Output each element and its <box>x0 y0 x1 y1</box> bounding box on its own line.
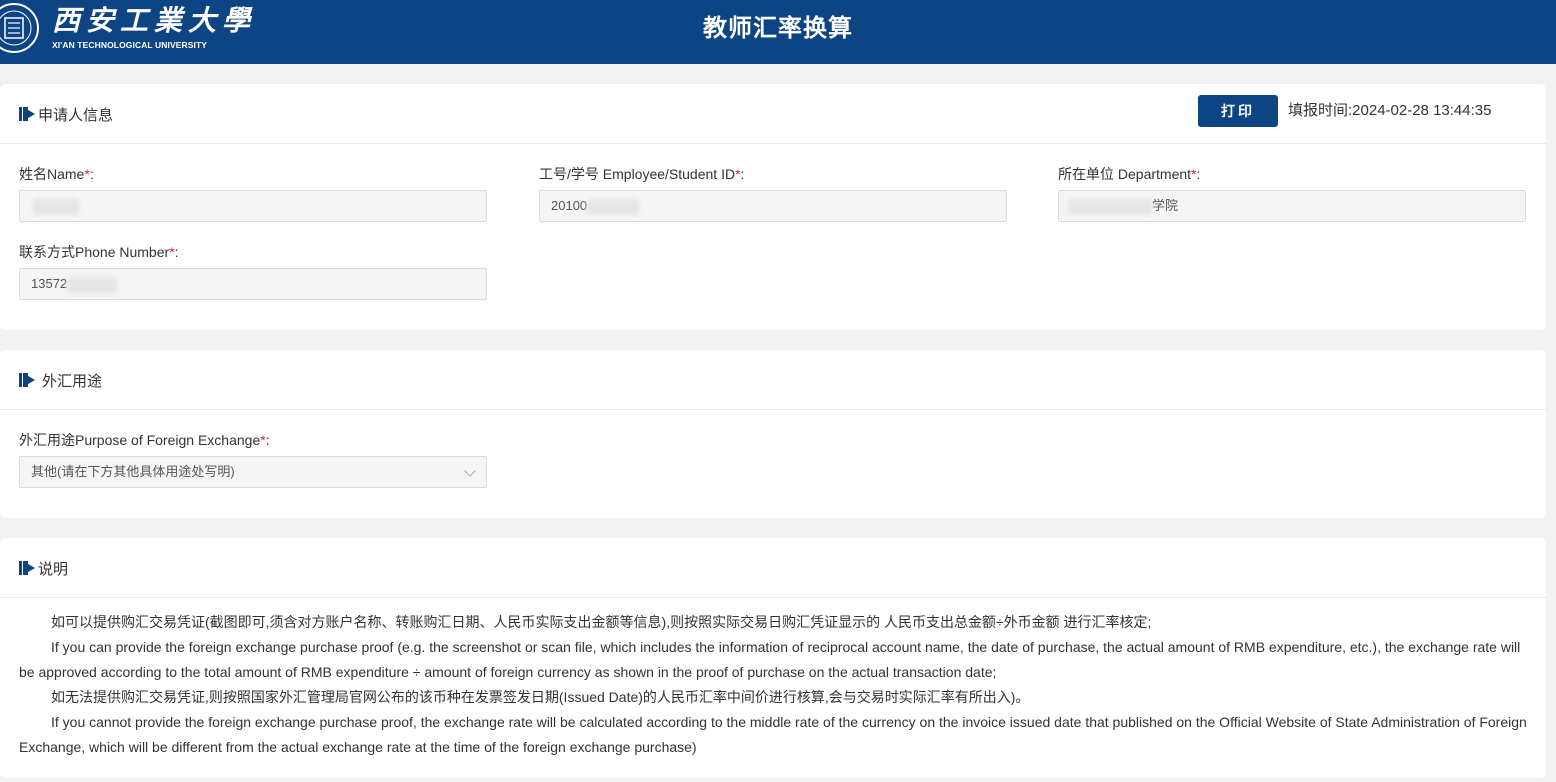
department-field: 所在单位 Department*: 学院 <box>1058 164 1526 222</box>
purpose-section-title: 外汇用途 <box>19 350 102 410</box>
employee-id-value: 20100 <box>551 198 588 213</box>
label-colon: : <box>740 166 745 182</box>
purpose-selected-option: 其他(请在下方其他具体用途处写明) <box>31 464 235 479</box>
explanation-card: 说明 如可以提供购汇交易凭证(截图即可,须含对方账户名称、转账购汇日期、人民币实… <box>0 538 1546 778</box>
phone-label: 联系方式Phone Number*: <box>19 242 487 262</box>
name-label: 姓名Name*: <box>19 164 487 184</box>
redacted-blur <box>33 198 79 215</box>
purpose-field: 外汇用途Purpose of Foreign Exchange*: 其他(请在下… <box>19 430 487 488</box>
explanation-paragraph: If you cannot provide the foreign exchan… <box>19 714 1527 755</box>
employee-id-input[interactable]: 20100 <box>539 190 1007 222</box>
purpose-section-title-text: 外汇用途 <box>42 372 103 390</box>
section-marker-icon <box>19 561 37 575</box>
redacted-blur <box>67 276 118 293</box>
top-header: 西安工業大學 XI'AN TECHNOLOGICAL UNIVERSITY 教师… <box>0 0 1556 64</box>
employee-id-label-text: 工号/学号 Employee/Student ID <box>539 166 736 182</box>
explanation-paragraph: 如可以提供购汇交易凭证(截图即可,须含对方账户名称、转账购汇日期、人民币实际支出… <box>51 614 1152 630</box>
section-marker-icon <box>19 373 37 387</box>
name-field: 姓名Name*: <box>19 164 487 222</box>
applicant-section-title: 申请人信息 <box>19 84 113 144</box>
fill-time-value: 2024-02-28 13:44:35 <box>1352 102 1492 119</box>
label-colon: : <box>174 244 179 260</box>
department-label: 所在单位 Department*: <box>1058 164 1526 184</box>
employee-id-field: 工号/学号 Employee/Student ID*: 20100 <box>539 164 1007 222</box>
print-button[interactable]: 打印 <box>1198 95 1278 127</box>
purpose-select[interactable]: 其他(请在下方其他具体用途处写明) <box>19 456 487 488</box>
name-input[interactable] <box>19 190 487 222</box>
fill-time-label: 填报时间: <box>1288 102 1353 119</box>
phone-label-text: 联系方式Phone Number <box>19 244 170 260</box>
explanation-text: 如可以提供购汇交易凭证(截图即可,须含对方账户名称、转账购汇日期、人民币实际支出… <box>19 610 1529 760</box>
phone-input[interactable]: 13572 <box>19 268 487 300</box>
phone-field: 联系方式Phone Number*: 13572 <box>19 242 487 300</box>
label-colon: : <box>1196 166 1201 182</box>
applicant-info-card: 申请人信息 打印 填报时间:2024-02-28 13:44:35 姓名Name… <box>0 84 1546 330</box>
department-label-text: 所在单位 Department <box>1058 166 1192 182</box>
redacted-blur <box>587 198 640 215</box>
purpose-card: 外汇用途 外汇用途Purpose of Foreign Exchange*: 其… <box>0 350 1546 518</box>
phone-value: 13572 <box>31 276 68 291</box>
purpose-label-text: 外汇用途Purpose of Foreign Exchange <box>19 432 261 448</box>
department-value: 学院 <box>1152 198 1179 213</box>
fill-time: 填报时间:2024-02-28 13:44:35 <box>1288 95 1491 127</box>
purpose-label: 外汇用途Purpose of Foreign Exchange*: <box>19 430 487 450</box>
label-colon: : <box>89 166 94 182</box>
section-marker-icon <box>19 107 37 121</box>
explanation-section-title: 说明 <box>19 538 68 598</box>
name-label-text: 姓名Name <box>19 166 85 182</box>
purpose-header: 外汇用途 <box>0 350 1546 410</box>
chevron-down-icon[interactable] <box>464 465 476 477</box>
redacted-blur <box>1068 198 1152 215</box>
explanation-paragraph: 如无法提供购汇交易凭证,则按照国家外汇管理局官网公布的该币种在发票签发日期(Is… <box>51 689 1030 705</box>
label-colon: : <box>265 432 270 448</box>
employee-id-label: 工号/学号 Employee/Student ID*: <box>539 164 1007 184</box>
page-title: 教师汇率换算 <box>703 15 853 42</box>
applicant-info-header: 申请人信息 打印 填报时间:2024-02-28 13:44:35 <box>0 84 1546 144</box>
applicant-section-title-text: 申请人信息 <box>38 106 114 124</box>
explanation-header: 说明 <box>0 538 1546 598</box>
explanation-paragraph: If you can provide the foreign exchange … <box>19 639 1521 680</box>
department-input[interactable]: 学院 <box>1058 190 1526 222</box>
explanation-section-title-text: 说明 <box>38 560 69 578</box>
